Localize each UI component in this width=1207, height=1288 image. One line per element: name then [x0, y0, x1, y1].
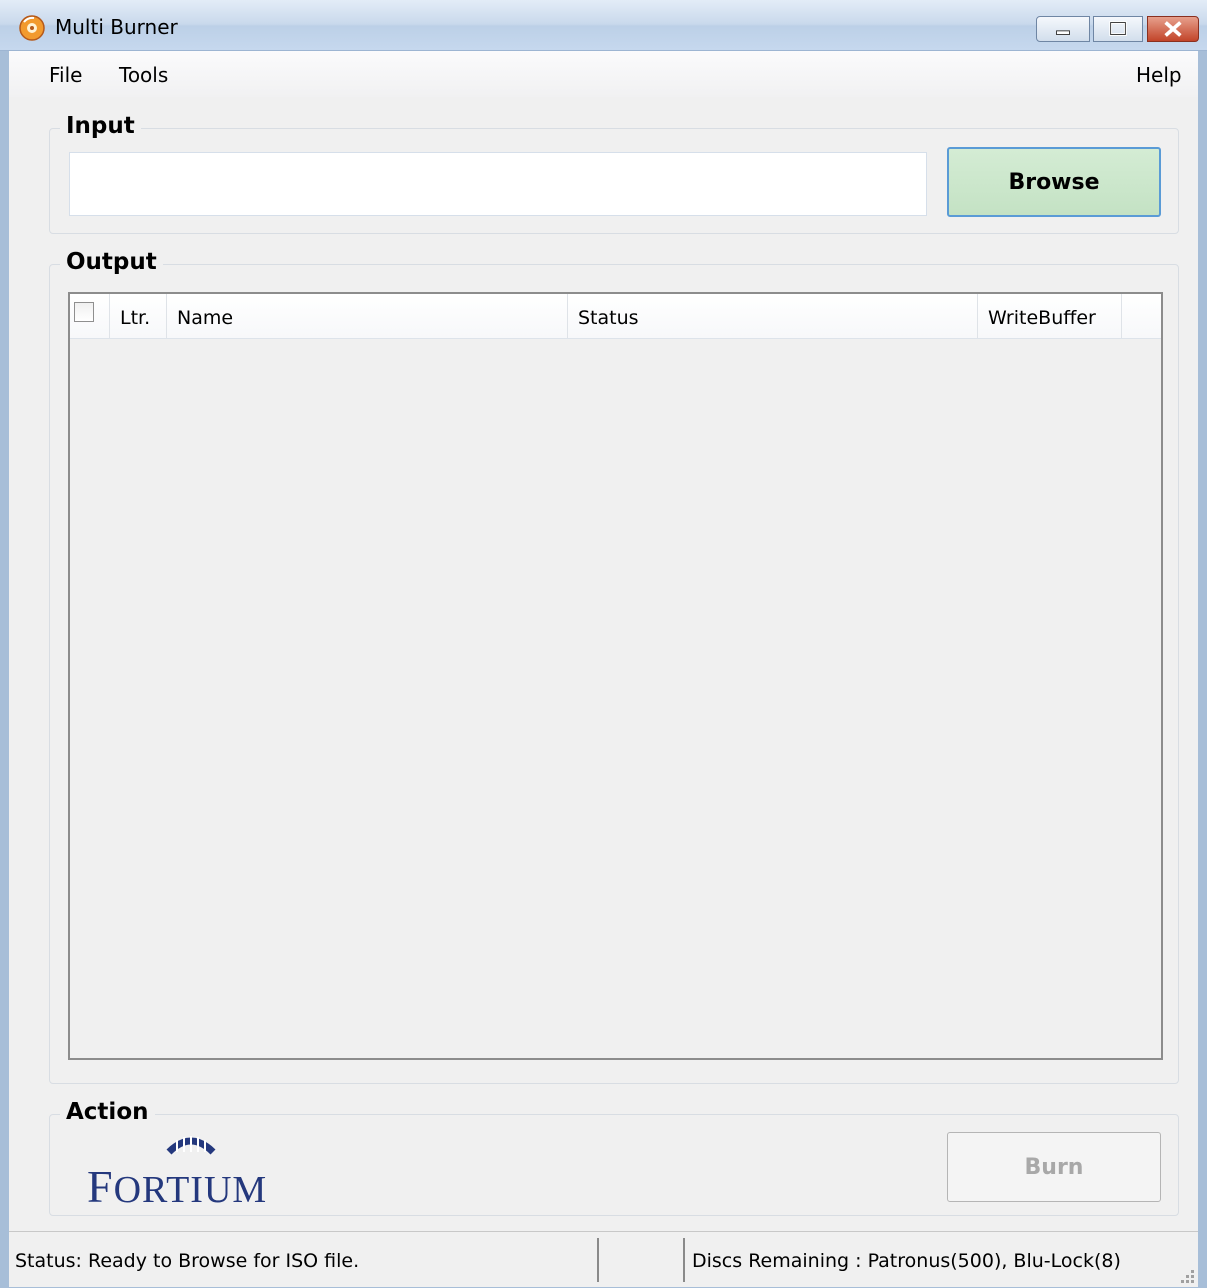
- column-status-label: Status: [578, 307, 639, 329]
- column-select-all[interactable]: [70, 294, 110, 338]
- status-separator-2: [683, 1238, 685, 1282]
- fortium-logo: FORTIUM: [87, 1130, 307, 1212]
- menu-help[interactable]: Help: [1136, 63, 1182, 87]
- status-separator-1: [597, 1238, 599, 1282]
- column-name[interactable]: Name: [167, 294, 568, 338]
- close-button[interactable]: [1147, 16, 1199, 42]
- column-ltr[interactable]: Ltr.: [110, 294, 167, 338]
- drive-list[interactable]: Ltr. Name Status WriteBuffer: [68, 292, 1163, 1060]
- minimize-button[interactable]: [1036, 16, 1090, 42]
- browse-button[interactable]: Browse: [947, 147, 1161, 217]
- column-status[interactable]: Status: [568, 294, 978, 338]
- minimize-icon: [1056, 30, 1070, 35]
- app-window: Multi Burner File Tools Help Input Brows…: [0, 0, 1207, 1288]
- maximize-icon: [1109, 21, 1127, 36]
- close-icon: [1164, 21, 1182, 37]
- maximize-button[interactable]: [1093, 16, 1143, 42]
- app-icon: [19, 15, 45, 41]
- window-title: Multi Burner: [55, 15, 178, 39]
- resize-grip-icon[interactable]: [1176, 1265, 1196, 1285]
- column-name-label: Name: [177, 307, 234, 329]
- menu-bar: File Tools Help: [9, 51, 1198, 97]
- status-text: Status: Ready to Browse for ISO file.: [15, 1250, 360, 1272]
- list-header: Ltr. Name Status WriteBuffer: [70, 294, 1161, 339]
- burn-button[interactable]: Burn: [947, 1132, 1161, 1202]
- discs-remaining-text: Discs Remaining : Patronus(500), Blu-Loc…: [692, 1250, 1121, 1272]
- logo-arch-icon: [166, 1136, 216, 1155]
- menu-file[interactable]: File: [49, 63, 82, 87]
- menu-tools[interactable]: Tools: [119, 63, 168, 87]
- title-bar[interactable]: Multi Burner: [0, 0, 1207, 51]
- output-group-title: Output: [60, 249, 163, 275]
- iso-path-input[interactable]: [69, 152, 927, 216]
- status-bar: Status: Ready to Browse for ISO file. Di…: [9, 1231, 1198, 1287]
- logo-wordmark: FORTIUM: [87, 1161, 268, 1212]
- action-group-title: Action: [60, 1099, 155, 1125]
- column-writebuffer-label: WriteBuffer: [988, 307, 1096, 329]
- column-filler: [1122, 294, 1161, 338]
- select-all-checkbox[interactable]: [74, 302, 94, 322]
- column-writebuffer[interactable]: WriteBuffer: [978, 294, 1122, 338]
- column-ltr-label: Ltr.: [120, 307, 151, 329]
- input-group-title: Input: [60, 113, 141, 139]
